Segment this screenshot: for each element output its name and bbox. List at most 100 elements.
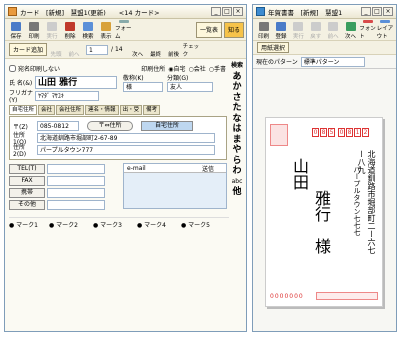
tab-company[interactable]: 会社: [38, 105, 56, 115]
fax-field[interactable]: [47, 176, 105, 186]
execute-button[interactable]: 実行: [43, 20, 61, 40]
execute-button[interactable]: 実行: [290, 20, 307, 40]
pattern-label: 現在のパターン: [256, 59, 298, 66]
mobile-field[interactable]: [47, 188, 105, 198]
next-button[interactable]: 次へ: [342, 20, 359, 40]
nenga-toolbar: 印刷 登録 実行 戻す 前へ 次へ フォント レイアウト: [253, 19, 396, 41]
name-label: 氏 名(&): [9, 79, 33, 87]
form-icon: [119, 19, 129, 23]
radio-company[interactable]: ○会社: [188, 64, 205, 73]
check-button[interactable]: チェック: [183, 42, 201, 58]
category-label: 分類(G): [167, 74, 189, 82]
address2-field[interactable]: パープルタウン777: [37, 145, 215, 155]
mark-5[interactable]: ● マーク5: [181, 220, 225, 229]
mark-4[interactable]: ● マーク4: [137, 220, 181, 229]
kana-other[interactable]: 他: [230, 187, 244, 198]
layout-button[interactable]: レイアウト: [377, 19, 394, 40]
zip-convert-button[interactable]: 〒⇔住所: [87, 121, 133, 131]
email-list[interactable]: e-mail 送信: [123, 163, 227, 209]
kana-ma[interactable]: ま: [230, 135, 244, 146]
kana-ra[interactable]: ら: [230, 156, 244, 167]
up-arrow-icon: [328, 21, 339, 31]
maximize-button[interactable]: □: [222, 7, 232, 16]
font-button[interactable]: フォント: [359, 19, 376, 40]
kana-ka[interactable]: か: [230, 82, 244, 93]
add-card-button[interactable]: カード追加: [9, 43, 48, 56]
print-button[interactable]: 印刷: [25, 20, 43, 40]
page-number-field[interactable]: 1: [86, 44, 109, 55]
print-address-label: 印刷住所: [141, 65, 166, 73]
nenga-titlebar: 年賀書書 [新規] 慧盟1 _ □ ×: [253, 5, 396, 19]
tab-sent-received[interactable]: 出・受: [119, 105, 143, 115]
know-button[interactable]: 知る: [223, 21, 244, 38]
form-button[interactable]: フォーム: [115, 19, 133, 40]
kana-ya[interactable]: や: [230, 145, 244, 156]
no-print-checkbox[interactable]: [9, 64, 16, 72]
radio-handwritten[interactable]: ○手書: [209, 64, 226, 73]
next-button[interactable]: 次へ: [129, 42, 147, 58]
kana-sa[interactable]: さ: [230, 93, 244, 104]
tel-field[interactable]: [47, 164, 105, 174]
name-field[interactable]: 山田 雅行: [35, 75, 117, 89]
maximize-button[interactable]: □: [372, 7, 382, 16]
category-select[interactable]: 友人: [167, 81, 213, 92]
kana-field[interactable]: ﾔﾏﾀﾞ ﾏｻﾕｷ: [35, 91, 99, 101]
layout-icon: [380, 19, 391, 23]
register-button[interactable]: 登録: [272, 20, 289, 40]
mark-3[interactable]: ● マーク3: [93, 220, 137, 229]
kana-abc[interactable]: abc: [230, 177, 244, 188]
honorific-select[interactable]: 様: [123, 81, 163, 92]
close-button[interactable]: ×: [233, 7, 243, 16]
undo-icon: [293, 21, 304, 31]
kana-ta[interactable]: た: [230, 103, 244, 114]
card-title: カード [新規] 慧盟1(更新) <14 カード>: [20, 8, 160, 17]
address1-field[interactable]: 北海道釧路市堀部町2-67-89: [37, 133, 215, 143]
prev-button[interactable]: 前へ: [325, 20, 342, 40]
search-button[interactable]: 検索: [79, 20, 97, 40]
last-button[interactable]: 最終: [147, 42, 165, 58]
recipient-given-name: 雅行: [312, 190, 331, 222]
app-icon: [256, 7, 265, 16]
back-button[interactable]: 戻す: [307, 20, 324, 40]
card-tabs: 自宅住所 会社 会社住所 連名・情報 出・受 備考: [9, 104, 242, 116]
other-button[interactable]: その他: [9, 200, 45, 210]
other-field[interactable]: [47, 200, 105, 210]
delete-button[interactable]: 削除: [61, 20, 79, 40]
card-window: カード [新規] 慧盟1(更新) <14 カード> _ □ × 保存 印刷 実行…: [4, 4, 247, 332]
recipient-honorific: 様: [312, 238, 331, 254]
mark-2[interactable]: ● マーク2: [49, 220, 93, 229]
kana-ha[interactable]: は: [230, 124, 244, 135]
tab-notes[interactable]: 備考: [143, 105, 161, 115]
radio-home[interactable]: ◉自宅: [168, 64, 185, 73]
home-address-button[interactable]: 自宅住所: [141, 121, 193, 131]
tab-home-address[interactable]: 自宅住所: [9, 105, 38, 115]
paper-select-button[interactable]: 用紙選択: [257, 42, 290, 53]
pattern-select[interactable]: 標準パターン: [300, 56, 365, 67]
mark-1[interactable]: ● マーク1: [9, 220, 49, 229]
mobile-button[interactable]: 携帯: [9, 188, 45, 198]
nenga-title: 年賀書書 [新規] 慧盟1: [268, 8, 343, 17]
tab-joint-info[interactable]: 連名・情報: [85, 105, 119, 115]
kana-wa[interactable]: わ: [230, 166, 244, 177]
card-toolbar: 保存 印刷 実行 削除 検索 表示 フォーム 一覧表 知る: [5, 19, 246, 41]
kana-na[interactable]: な: [230, 114, 244, 125]
app-icon: [8, 7, 17, 16]
kana-search[interactable]: 検索: [230, 61, 244, 72]
view-button[interactable]: 表示: [97, 20, 115, 40]
tel-button[interactable]: TEL(T): [9, 164, 45, 174]
save-button[interactable]: 保存: [7, 20, 25, 40]
list-button[interactable]: 一覧表: [195, 21, 222, 38]
minimize-button[interactable]: _: [211, 7, 221, 16]
close-button[interactable]: ×: [383, 7, 393, 16]
print-button[interactable]: 印刷: [255, 20, 272, 40]
order-button[interactable]: 前後: [165, 42, 183, 58]
delete-icon: [65, 21, 75, 31]
kana-a[interactable]: あ: [230, 72, 244, 83]
recipient-address2: パープルタウン七七七: [353, 166, 361, 236]
zip-field[interactable]: 085-0812: [37, 121, 79, 131]
first-button[interactable]: 先頭: [47, 42, 65, 58]
minimize-button[interactable]: _: [361, 7, 371, 16]
prev-button[interactable]: 前へ: [65, 42, 83, 58]
fax-button[interactable]: FAX: [9, 176, 45, 186]
tab-company-address[interactable]: 会社住所: [56, 105, 85, 115]
